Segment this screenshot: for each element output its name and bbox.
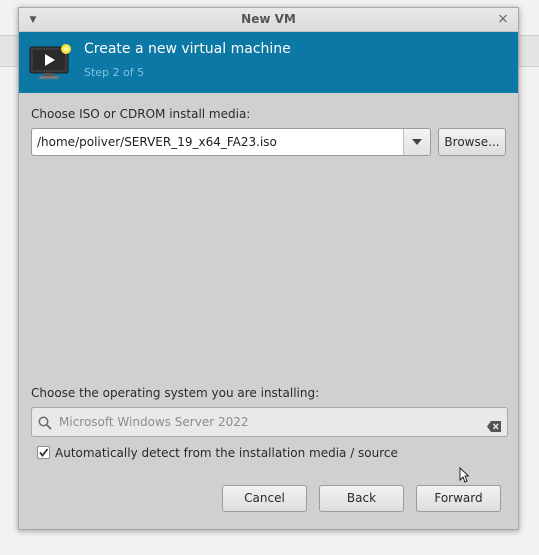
monitor-play-icon [28, 41, 74, 81]
wizard-title: Create a new virtual machine [84, 41, 291, 57]
wizard-step: Step 2 of 5 [84, 66, 145, 79]
titlebar: ▼ New VM × [19, 8, 518, 32]
os-search-placeholder: Microsoft Windows Server 2022 [59, 415, 249, 429]
search-icon [38, 415, 52, 434]
install-media-path[interactable]: /home/poliver/SERVER_19_x64_FA23.iso [37, 135, 277, 149]
install-media-label: Choose ISO or CDROM install media: [31, 107, 251, 121]
mouse-pointer-icon [459, 466, 470, 487]
install-media-combo[interactable]: /home/poliver/SERVER_19_x64_FA23.iso [31, 128, 431, 156]
browse-button[interactable]: Browse... [438, 128, 506, 156]
close-icon[interactable]: × [495, 11, 511, 27]
os-search-input[interactable]: Microsoft Windows Server 2022 [31, 407, 508, 437]
auto-detect-checkbox[interactable] [37, 446, 50, 459]
cancel-button[interactable]: Cancel [222, 485, 307, 512]
back-button[interactable]: Back [319, 485, 404, 512]
new-vm-dialog: ▼ New VM × Create a new virtual machine … [18, 7, 519, 530]
os-label: Choose the operating system you are inst… [31, 386, 320, 400]
clear-icon[interactable] [487, 417, 501, 436]
wizard-banner: Create a new virtual machine Step 2 of 5 [19, 32, 518, 93]
chevron-down-icon[interactable] [403, 129, 430, 155]
forward-button[interactable]: Forward [416, 485, 501, 512]
auto-detect-label[interactable]: Automatically detect from the installati… [55, 446, 398, 460]
window-title: New VM [241, 12, 296, 26]
